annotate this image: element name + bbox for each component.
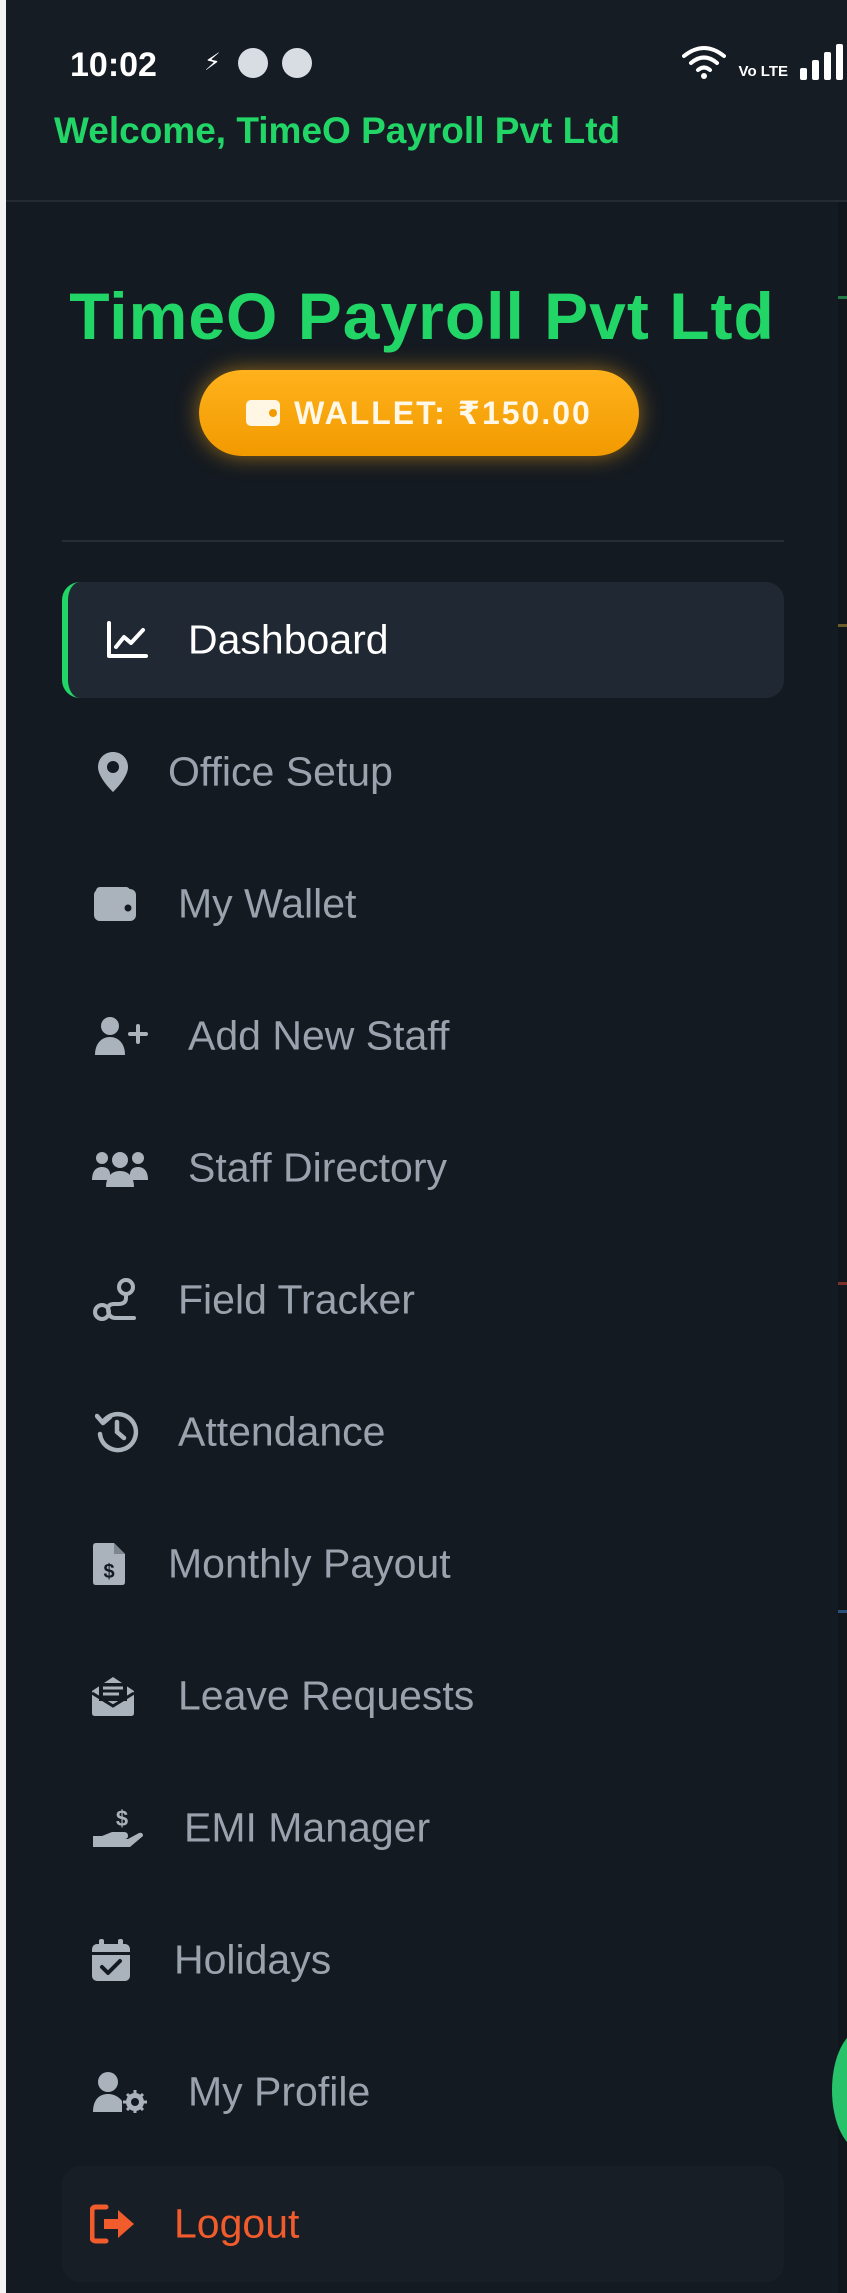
menu-item-label: Office Setup — [168, 748, 393, 795]
wallet-balance-label: WALLET: ₹150.00 — [294, 395, 592, 431]
menu-item-staff-directory[interactable]: Staff Directory — [62, 1110, 784, 1226]
background-divider — [838, 1610, 847, 1613]
menu-item-leave-requests[interactable]: Leave Requests — [62, 1638, 784, 1754]
menu-item-label: Field Tracker — [178, 1276, 415, 1323]
menu-item-add-new-staff[interactable]: Add New Staff — [62, 978, 784, 1094]
menu-item-monthly-payout[interactable]: $ Monthly Payout — [62, 1506, 784, 1622]
menu-item-emi-manager[interactable]: $ EMI Manager — [62, 1770, 784, 1886]
hand-holding-dollar-icon: $ — [92, 1805, 144, 1851]
menu-item-label: Attendance — [178, 1408, 386, 1455]
menu-item-holidays[interactable]: Holidays — [62, 1902, 784, 2018]
menu-item-label: Dashboard — [188, 616, 389, 663]
menu-item-label: Holidays — [174, 1936, 332, 1983]
svg-text:$: $ — [116, 1806, 128, 1831]
app-notification-icon — [238, 48, 268, 78]
company-name: TimeO Payroll Pvt Ltd — [69, 279, 775, 353]
menu-item-dashboard[interactable]: Dashboard — [62, 582, 784, 698]
phone-screen: 10:02 ⚡ Vo LTE Welcome, TimeO Payroll Pv… — [6, 0, 847, 2293]
whatsapp-icon — [282, 48, 312, 78]
volte-indicator: Vo LTE — [738, 63, 788, 80]
menu-item-my-profile[interactable]: My Profile — [62, 2034, 784, 2150]
calendar-check-icon — [88, 1937, 134, 1983]
envelope-open-icon — [90, 1673, 136, 1719]
background-divider — [838, 296, 847, 299]
welcome-text: Welcome, TimeO Payroll Pvt Ltd — [54, 110, 621, 151]
menu-item-label: My Wallet — [178, 880, 357, 927]
logout-button[interactable]: Logout — [62, 2166, 784, 2282]
invoice-dollar-icon: $ — [86, 1541, 132, 1587]
svg-text:$: $ — [103, 1561, 114, 1583]
signal-strength-icon — [800, 44, 843, 80]
background-content-sliver — [838, 200, 847, 2293]
menu-item-field-tracker[interactable]: Field Tracker — [62, 1242, 784, 1358]
drawer-divider — [62, 540, 784, 542]
menu-item-label: Leave Requests — [178, 1672, 475, 1719]
menu-item-office-setup[interactable]: Office Setup — [62, 714, 784, 830]
system-icons: Vo LTE — [681, 44, 843, 80]
chart-line-icon — [104, 617, 150, 663]
notification-icons: ⚡ — [204, 48, 312, 78]
status-time: 10:02 — [70, 46, 157, 84]
menu-item-label: EMI Manager — [184, 1804, 431, 1851]
wallet-icon — [246, 400, 281, 426]
map-pin-icon — [90, 749, 136, 795]
history-icon — [94, 1409, 140, 1455]
menu-item-label: My Profile — [188, 2068, 371, 2115]
menu-item-label: Staff Directory — [188, 1144, 447, 1191]
background-divider — [838, 624, 847, 627]
route-icon — [92, 1277, 138, 1323]
status-bar: 10:02 ⚡ Vo LTE Welcome, TimeO Payroll Pv… — [6, 0, 847, 202]
wallet-icon — [92, 881, 138, 927]
user-plus-icon — [92, 1013, 152, 1059]
wifi-icon — [681, 46, 726, 79]
sign-out-icon — [90, 2201, 136, 2247]
logout-label: Logout — [174, 2200, 300, 2247]
background-divider — [838, 1282, 847, 1285]
menu-item-label: Add New Staff — [188, 1012, 450, 1059]
user-gear-icon — [92, 2069, 148, 2115]
menu-item-attendance[interactable]: Attendance — [62, 1374, 784, 1490]
users-icon — [90, 1145, 150, 1191]
bolt-icon: ⚡ — [204, 49, 221, 76]
menu-item-label: Monthly Payout — [168, 1540, 451, 1587]
menu-item-my-wallet[interactable]: My Wallet — [62, 846, 784, 962]
wallet-balance-button[interactable]: WALLET: ₹150.00 — [199, 370, 639, 456]
